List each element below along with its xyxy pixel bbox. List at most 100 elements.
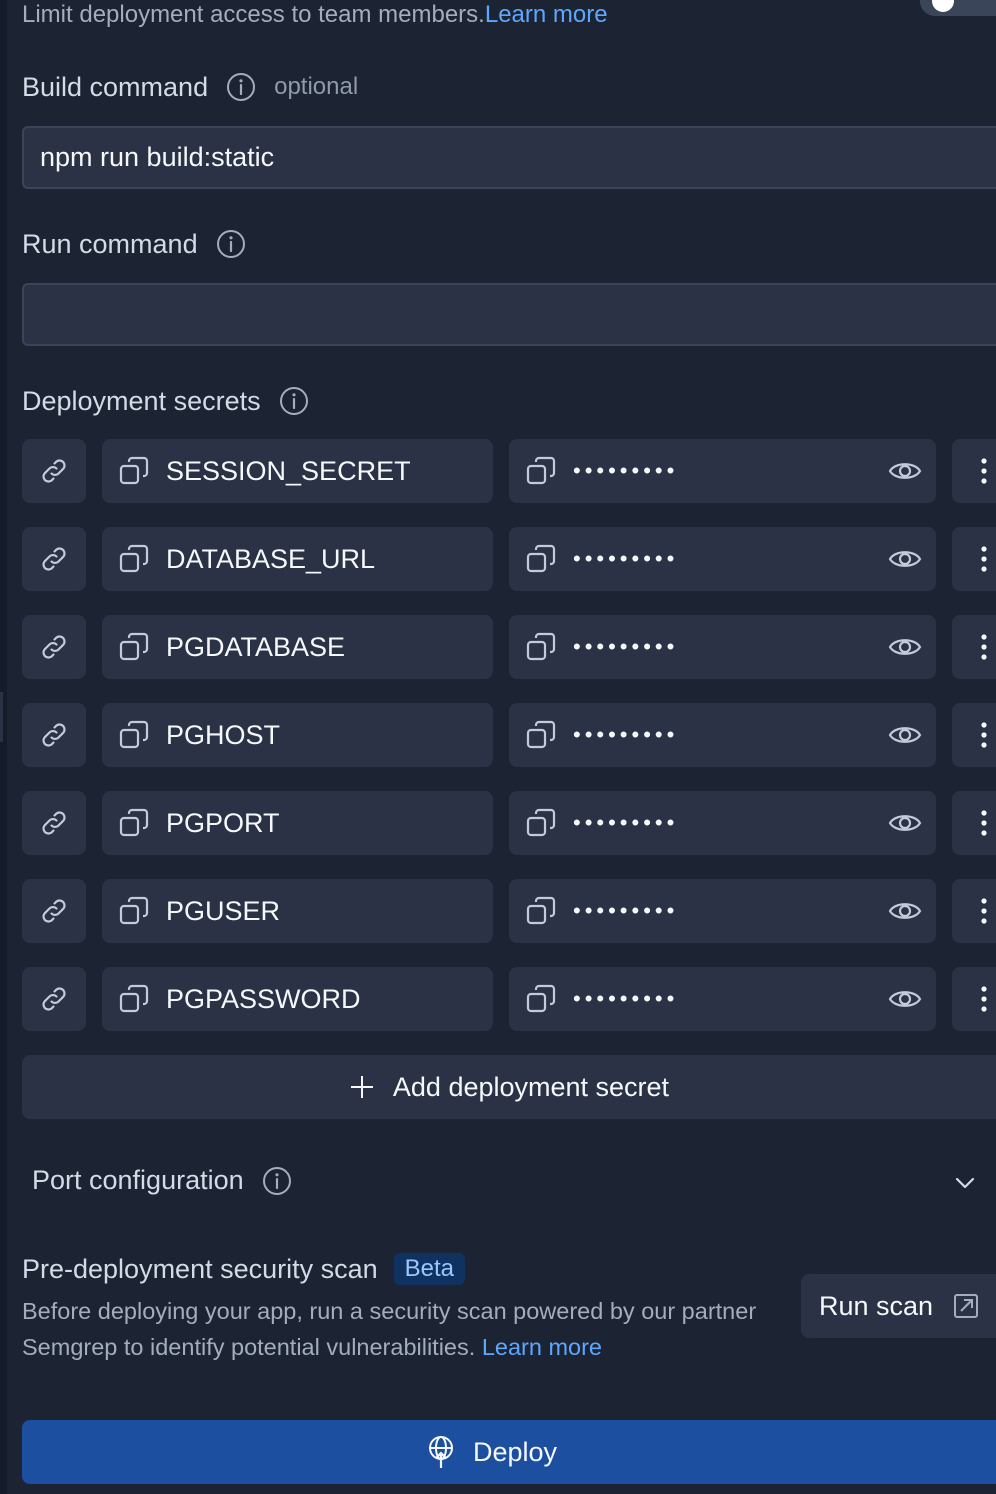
secret-key-field[interactable]: PGHOST bbox=[102, 703, 493, 767]
copy-icon[interactable] bbox=[118, 543, 150, 575]
info-icon[interactable] bbox=[262, 1166, 292, 1196]
toggle-knob bbox=[932, 0, 954, 12]
secret-value-masked: ••••••••• bbox=[573, 898, 679, 923]
secret-more-button[interactable] bbox=[952, 703, 996, 767]
secret-key: PGDATABASE bbox=[166, 631, 346, 662]
build-command-input[interactable]: npm run build:static bbox=[22, 126, 996, 189]
secret-key: SESSION_SECRET bbox=[166, 455, 411, 486]
secret-key-field[interactable]: PGPORT bbox=[102, 791, 493, 855]
secret-more-button[interactable] bbox=[952, 791, 996, 855]
copy-icon[interactable] bbox=[118, 719, 150, 751]
beta-badge: Beta bbox=[393, 1253, 466, 1285]
secret-more-button[interactable] bbox=[952, 967, 996, 1031]
secret-more-button[interactable] bbox=[952, 879, 996, 943]
secret-value-masked: ••••••••• bbox=[573, 810, 679, 835]
secret-key-field[interactable]: SESSION_SECRET bbox=[102, 439, 493, 503]
link-secret-button[interactable] bbox=[22, 615, 86, 679]
copy-icon[interactable] bbox=[118, 631, 150, 663]
eye-icon[interactable] bbox=[888, 544, 922, 574]
secret-value-field[interactable]: ••••••••• bbox=[509, 615, 936, 679]
secret-key: DATABASE_URL bbox=[166, 543, 376, 574]
copy-icon[interactable] bbox=[118, 895, 150, 927]
info-icon[interactable] bbox=[216, 229, 246, 259]
more-vertical-icon bbox=[980, 984, 988, 1014]
link-secret-button[interactable] bbox=[22, 791, 86, 855]
security-scan-text: Before deploying your app, run a securit… bbox=[22, 1298, 757, 1360]
secret-more-button[interactable] bbox=[952, 615, 996, 679]
more-vertical-icon bbox=[980, 544, 988, 574]
build-command-label: Build command bbox=[22, 72, 209, 102]
security-scan-title-row: Pre-deployment security scan Beta bbox=[22, 1253, 466, 1285]
access-learn-more-link[interactable]: Learn more bbox=[485, 1, 608, 28]
deployment-secrets-label: Deployment secrets bbox=[22, 386, 261, 416]
eye-icon[interactable] bbox=[888, 456, 922, 486]
info-icon[interactable] bbox=[226, 72, 256, 102]
link-secret-button[interactable] bbox=[22, 879, 86, 943]
secret-value-field[interactable]: ••••••••• bbox=[509, 791, 936, 855]
deploy-label: Deploy bbox=[472, 1436, 558, 1467]
port-configuration-header[interactable]: Port configuration bbox=[32, 1165, 292, 1196]
add-deployment-secret-button[interactable]: Add deployment secret bbox=[22, 1055, 996, 1119]
copy-icon[interactable] bbox=[525, 543, 557, 575]
optional-tag: optional bbox=[274, 73, 359, 100]
secret-value-field[interactable]: ••••••••• bbox=[509, 439, 936, 503]
secret-value-field[interactable]: ••••••••• bbox=[509, 527, 936, 591]
eye-icon[interactable] bbox=[888, 632, 922, 662]
secret-row: PGHOST ••••••••• bbox=[22, 703, 996, 767]
secret-key-field[interactable]: PGDATABASE bbox=[102, 615, 493, 679]
eye-icon[interactable] bbox=[888, 720, 922, 750]
secret-value-field[interactable]: ••••••••• bbox=[509, 703, 936, 767]
deployment-settings-panel: Limit deployment access to team members.… bbox=[0, 0, 996, 1494]
access-description: Limit deployment access to team members.… bbox=[22, 0, 608, 30]
eye-icon[interactable] bbox=[888, 808, 922, 838]
secret-value-masked: ••••••••• bbox=[573, 986, 679, 1011]
copy-icon[interactable] bbox=[525, 631, 557, 663]
secret-key: PGUSER bbox=[166, 895, 281, 926]
plus-icon bbox=[350, 1076, 373, 1098]
external-link-icon bbox=[954, 1294, 979, 1318]
secret-key-field[interactable]: PGUSER bbox=[102, 879, 493, 943]
copy-icon[interactable] bbox=[525, 455, 557, 487]
link-icon bbox=[38, 895, 70, 927]
more-vertical-icon bbox=[980, 720, 988, 750]
copy-icon[interactable] bbox=[118, 983, 150, 1015]
info-icon[interactable] bbox=[279, 386, 309, 416]
secret-value-field[interactable]: ••••••••• bbox=[509, 967, 936, 1031]
link-secret-button[interactable] bbox=[22, 703, 86, 767]
copy-icon[interactable] bbox=[525, 983, 557, 1015]
resize-handle[interactable] bbox=[0, 692, 3, 742]
secret-row: PGDATABASE ••••••••• bbox=[22, 615, 996, 679]
copy-icon[interactable] bbox=[118, 455, 150, 487]
chevron-down-icon[interactable] bbox=[954, 1172, 976, 1194]
secret-value-masked: ••••••••• bbox=[573, 458, 679, 483]
secret-more-button[interactable] bbox=[952, 439, 996, 503]
secret-value-field[interactable]: ••••••••• bbox=[509, 879, 936, 943]
port-configuration-label: Port configuration bbox=[32, 1165, 244, 1195]
copy-icon[interactable] bbox=[525, 719, 557, 751]
secret-more-button[interactable] bbox=[952, 527, 996, 591]
add-secret-label: Add deployment secret bbox=[392, 1071, 670, 1102]
secret-row: DATABASE_URL ••••••••• bbox=[22, 527, 996, 591]
run-command-input[interactable] bbox=[22, 283, 996, 346]
secret-key-field[interactable]: DATABASE_URL bbox=[102, 527, 493, 591]
secret-row: PGPASSWORD ••••••••• bbox=[22, 967, 996, 1031]
copy-icon[interactable] bbox=[525, 807, 557, 839]
access-text: Limit deployment access to team members. bbox=[22, 1, 485, 28]
link-icon bbox=[38, 719, 70, 751]
copy-icon[interactable] bbox=[525, 895, 557, 927]
eye-icon[interactable] bbox=[888, 984, 922, 1014]
build-command-label-row: Build command optional bbox=[22, 70, 358, 104]
secret-key: PGPASSWORD bbox=[166, 983, 361, 1014]
deploy-button[interactable]: Deploy bbox=[22, 1420, 996, 1484]
secret-key-field[interactable]: PGPASSWORD bbox=[102, 967, 493, 1031]
link-secret-button[interactable] bbox=[22, 527, 86, 591]
access-toggle[interactable] bbox=[920, 0, 996, 16]
secret-row: SESSION_SECRET ••••••••• bbox=[22, 439, 996, 503]
copy-icon[interactable] bbox=[118, 807, 150, 839]
link-secret-button[interactable] bbox=[22, 439, 86, 503]
security-scan-learn-more-link[interactable]: Learn more bbox=[482, 1334, 602, 1360]
link-secret-button[interactable] bbox=[22, 967, 86, 1031]
eye-icon[interactable] bbox=[888, 896, 922, 926]
left-edge-bar bbox=[0, 0, 7, 1494]
run-scan-button[interactable]: Run scan bbox=[801, 1274, 996, 1338]
